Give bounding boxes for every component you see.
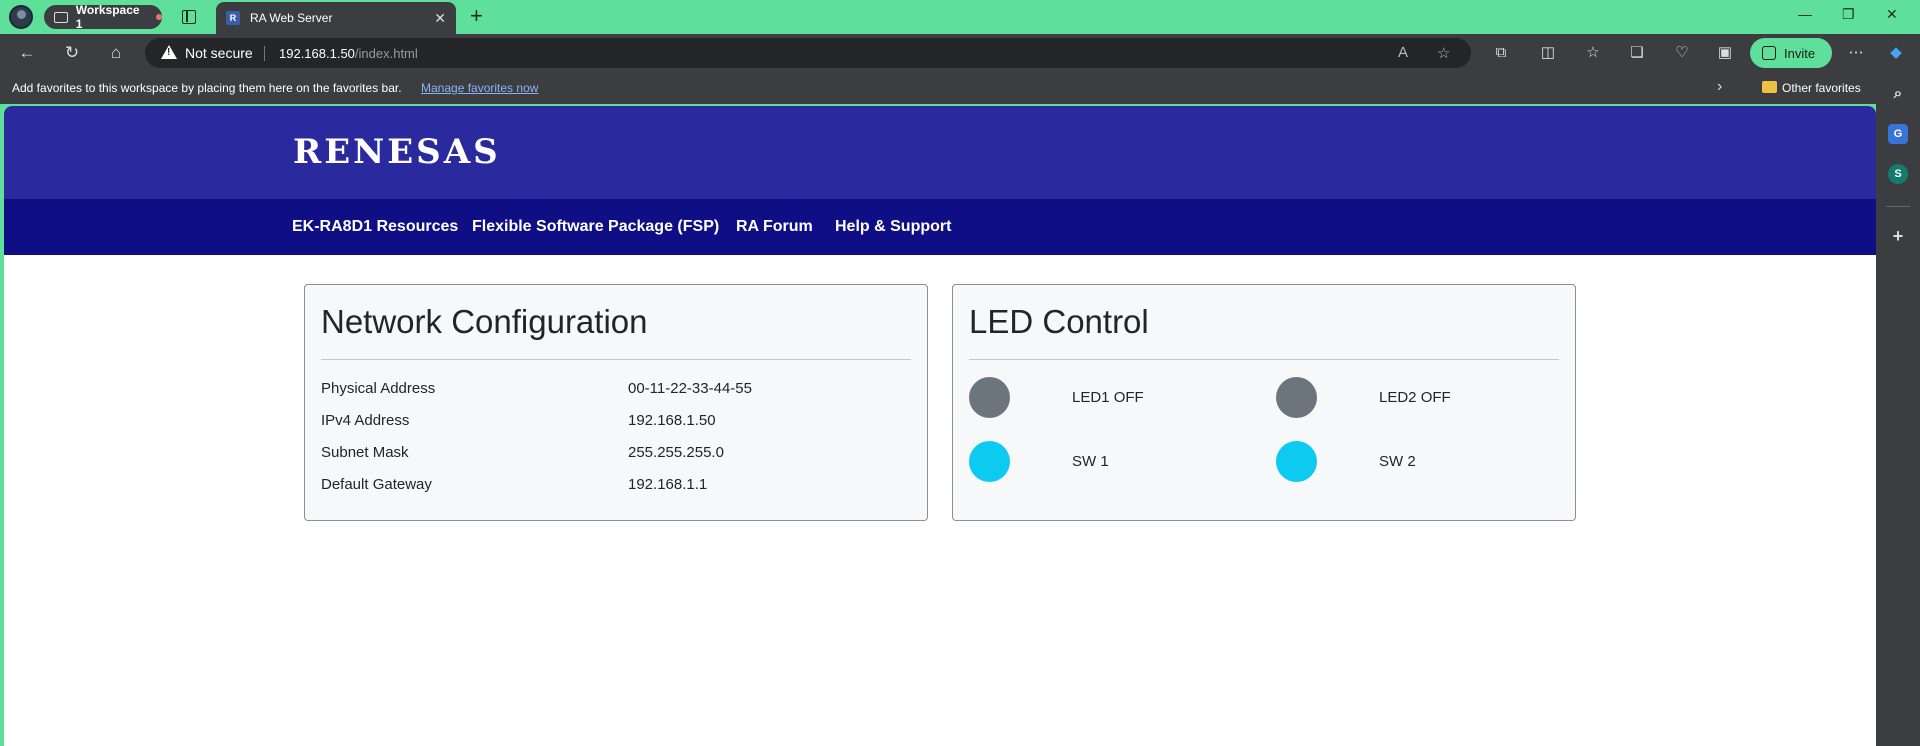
tab-active[interactable]: R RA Web Server ✕	[216, 2, 456, 34]
table-row: Subnet Mask 255.255.255.0	[321, 444, 724, 461]
led-card-title: LED Control	[969, 303, 1149, 340]
warning-icon	[161, 45, 177, 59]
row-label: Physical Address	[321, 380, 436, 397]
row-value: 255.255.255.0	[628, 444, 724, 461]
sw2-label: SW 2	[1379, 453, 1416, 470]
invite-label: Invite	[1784, 45, 1816, 61]
table-row: Physical Address 00-11-22-33-44-55	[321, 380, 752, 397]
read-aloud-icon[interactable]: A	[1398, 44, 1408, 61]
restore-icon[interactable]: ❐	[1842, 6, 1855, 23]
home-icon[interactable]: ⌂	[105, 42, 127, 64]
url-host: 192.168.1.50	[279, 46, 355, 61]
web-page: RENESAS EK-RA8D1 Resources Flexible Soft…	[4, 106, 1876, 746]
url-text[interactable]: 192.168.1.50/index.html	[279, 46, 418, 61]
more-menu-icon[interactable]: ⋯	[1846, 43, 1866, 63]
divider	[321, 359, 911, 360]
network-card-title: Network Configuration	[321, 303, 648, 340]
back-icon[interactable]: ←	[16, 42, 38, 64]
divider	[969, 359, 1559, 360]
sw1-indicator	[969, 441, 1010, 482]
refresh-icon[interactable]: ↻	[61, 42, 83, 64]
led1-label: LED1 OFF	[1072, 389, 1144, 406]
nav-ek-ra8d1-resources[interactable]: EK-RA8D1 Resources	[292, 218, 458, 236]
invite-icon	[1762, 46, 1776, 60]
tab-actions-icon[interactable]	[182, 10, 196, 24]
network-configuration-card: Network Configuration Physical Address 0…	[304, 284, 928, 521]
minimize-icon[interactable]: —	[1798, 6, 1812, 22]
led2-label: LED2 OFF	[1379, 389, 1451, 406]
nav-fsp[interactable]: Flexible Software Package (FSP)	[472, 218, 719, 236]
led2-indicator[interactable]	[1276, 377, 1317, 418]
row-value: 192.168.1.50	[628, 412, 716, 429]
site-navbar: EK-RA8D1 Resources Flexible Software Pac…	[4, 199, 1876, 255]
copilot-icon[interactable]: ◆	[1886, 43, 1906, 63]
invite-button[interactable]: Invite	[1750, 38, 1832, 68]
row-label: Subnet Mask	[321, 444, 409, 461]
workspace-label: Workspace 1	[75, 3, 140, 31]
table-row: IPv4 Address 192.168.1.50	[321, 412, 716, 429]
favorite-star-icon[interactable]: ☆	[1437, 44, 1450, 62]
led1-indicator[interactable]	[969, 377, 1010, 418]
workspace-icon	[54, 11, 68, 23]
security-label[interactable]: Not secure	[185, 45, 253, 61]
search-icon[interactable]: ⌕	[1888, 84, 1908, 104]
tab-favicon-icon: R	[226, 11, 240, 25]
workspace-status-dot	[156, 14, 162, 20]
split-screen-icon[interactable]: ◫	[1538, 43, 1558, 63]
url-path: /index.html	[354, 46, 418, 61]
nav-help-support[interactable]: Help & Support	[835, 218, 951, 236]
sharepoint-icon[interactable]: S	[1888, 164, 1908, 184]
folder-icon	[1762, 81, 1777, 93]
favorites-icon[interactable]: ☆	[1583, 43, 1603, 63]
profile-avatar[interactable]	[9, 5, 33, 29]
table-row: Default Gateway 192.168.1.1	[321, 476, 707, 493]
led-control-card: LED Control LED1 OFF LED2 OFF SW 1 SW 2	[952, 284, 1576, 521]
side-panel: ⌕ G S +	[1876, 72, 1920, 746]
workspace-button[interactable]: Workspace 1	[44, 3, 162, 31]
tab-strip: Workspace 1 R RA Web Server ✕ + — ❐ ✕	[0, 0, 1920, 34]
favorites-message: Add favorites to this workspace by placi…	[12, 81, 402, 95]
address-bar[interactable]: Not secure 192.168.1.50/index.html A ☆	[145, 38, 1471, 68]
row-label: IPv4 Address	[321, 412, 410, 429]
manage-favorites-link[interactable]: Manage favorites now	[421, 81, 538, 95]
translate-icon[interactable]: G	[1888, 124, 1908, 144]
close-tab-icon[interactable]: ✕	[434, 10, 446, 27]
collections-icon[interactable]: ❏	[1627, 43, 1647, 63]
new-tab-icon[interactable]: +	[470, 5, 483, 27]
extensions-icon[interactable]: ⧉	[1491, 43, 1511, 63]
chevron-right-icon[interactable]: ›	[1717, 78, 1722, 96]
sw1-label: SW 1	[1072, 453, 1109, 470]
browser-toolbar: ← ↻ ⌂ Not secure 192.168.1.50/index.html…	[0, 34, 1920, 72]
row-label: Default Gateway	[321, 476, 432, 493]
browser-essentials-icon[interactable]: ▣	[1715, 43, 1735, 63]
site-header: RENESAS	[4, 106, 1876, 199]
address-separator	[264, 46, 265, 61]
nav-ra-forum[interactable]: RA Forum	[736, 218, 813, 236]
other-favorites[interactable]: Other favorites	[1782, 81, 1861, 95]
favorites-bar: Add favorites to this workspace by placi…	[0, 72, 1920, 104]
row-value: 192.168.1.1	[628, 476, 708, 493]
add-icon[interactable]: +	[1888, 226, 1908, 246]
performance-icon[interactable]: ♡	[1672, 43, 1692, 63]
renesas-logo[interactable]: RENESAS	[293, 132, 501, 172]
tab-title: RA Web Server	[250, 11, 333, 25]
row-value: 00-11-22-33-44-55	[628, 380, 752, 397]
sw2-indicator	[1276, 441, 1317, 482]
close-window-icon[interactable]: ✕	[1886, 6, 1898, 23]
side-panel-divider	[1886, 206, 1910, 207]
